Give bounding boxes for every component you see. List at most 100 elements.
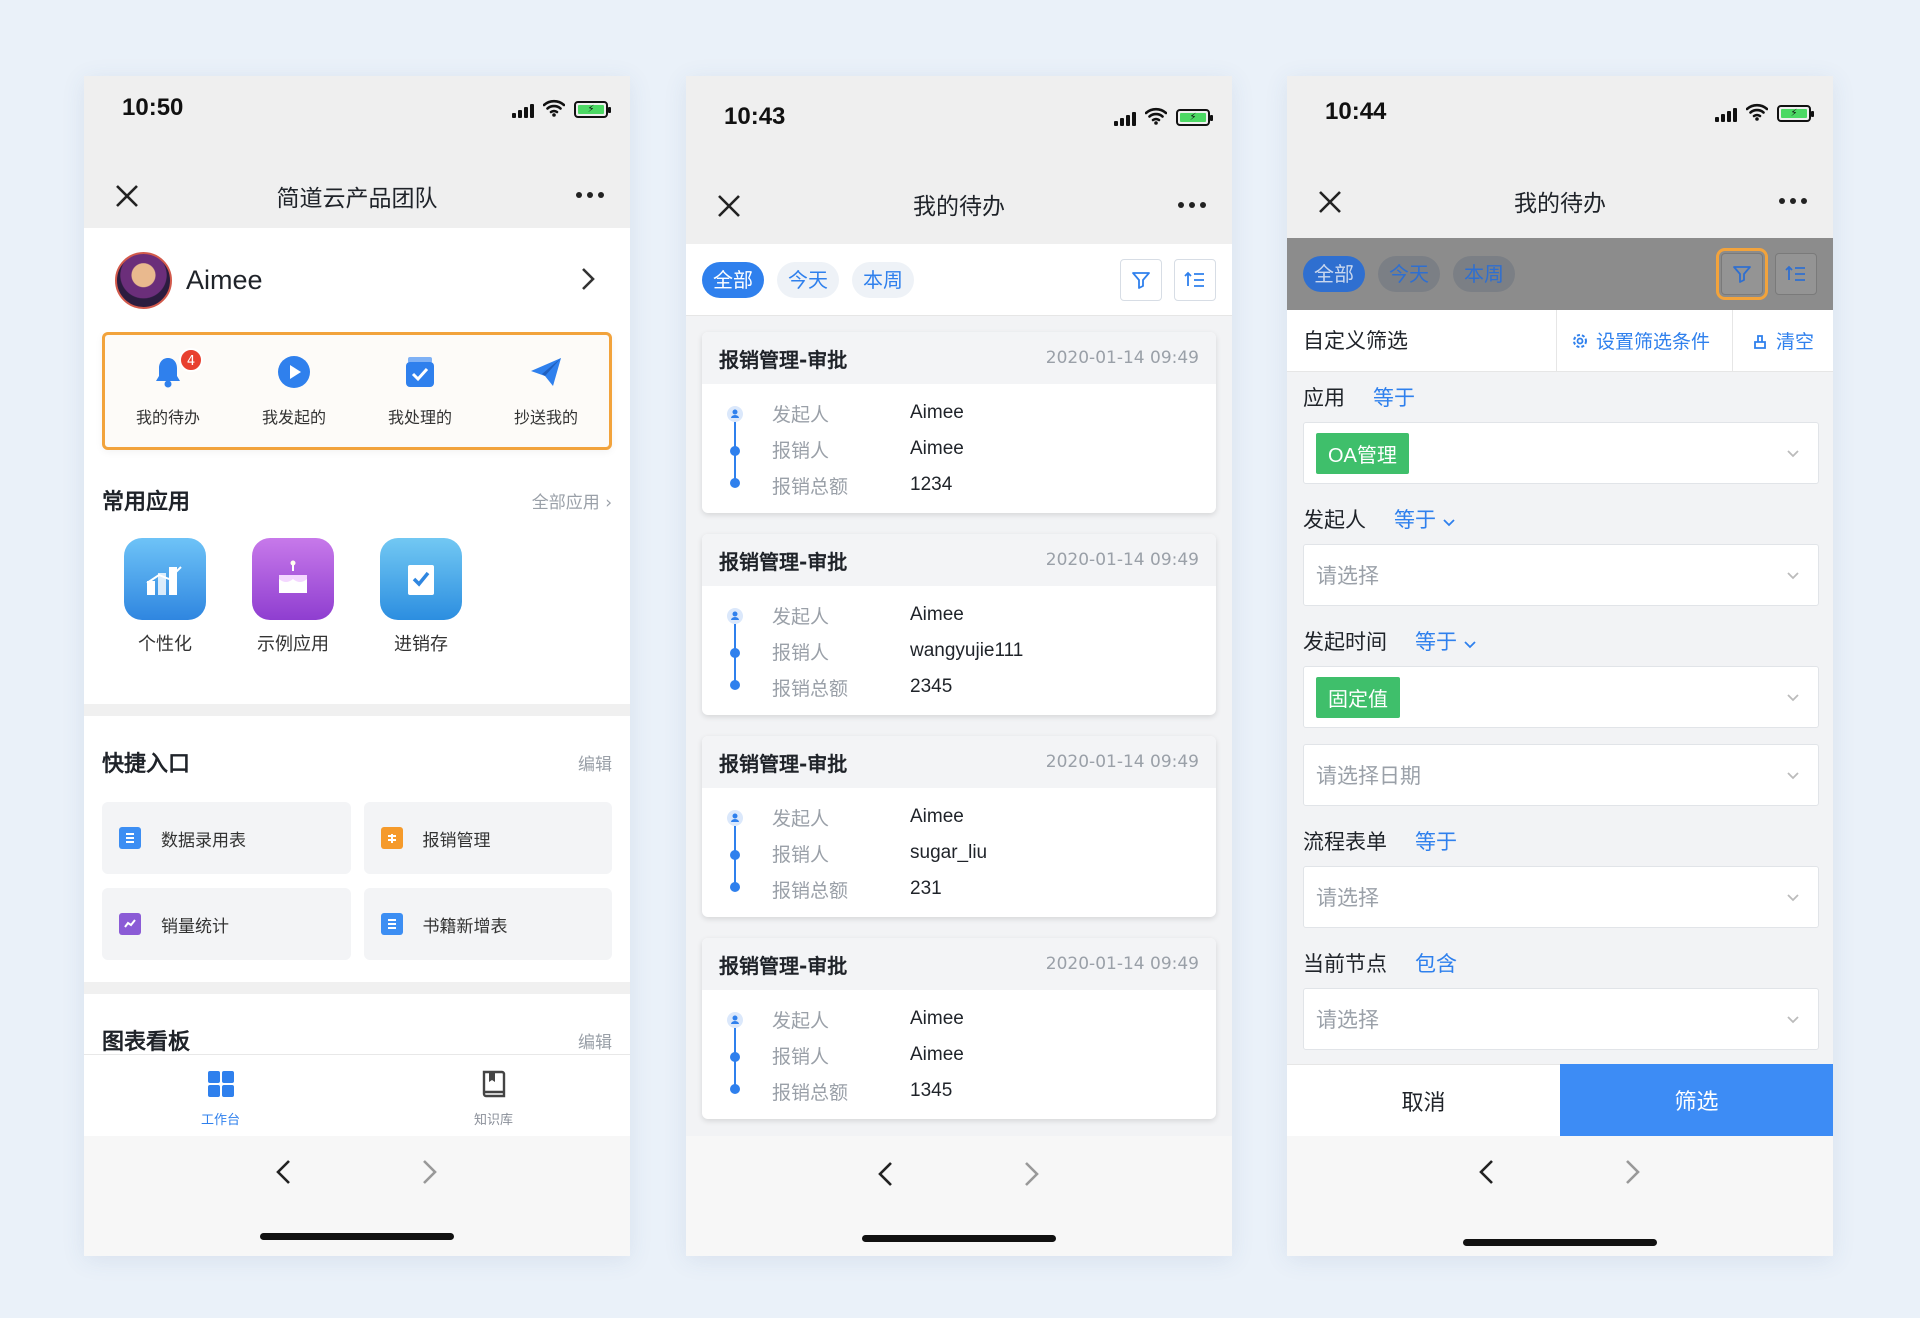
chip-all[interactable]: 全部 — [1303, 256, 1365, 292]
status-icons: ⚡ — [1715, 102, 1814, 122]
close-icon[interactable] — [1317, 189, 1343, 215]
chip-this-week[interactable]: 本周 — [852, 261, 914, 298]
app-label: 个性化 — [138, 634, 192, 655]
bar-chart-icon — [124, 538, 206, 620]
app-personalize[interactable]: 个性化 — [124, 538, 206, 656]
apply-filter-button[interactable]: 筛选 — [1560, 1064, 1833, 1136]
chip-this-week[interactable]: 本周 — [1453, 256, 1515, 292]
close-icon[interactable] — [716, 193, 742, 219]
home-indicator — [260, 1233, 454, 1240]
page-title: 我的待办 — [913, 194, 1005, 220]
quick-initiated[interactable]: 我发起的 — [239, 354, 349, 428]
chip-today[interactable]: 今天 — [777, 261, 839, 298]
todo-card[interactable]: 报销管理-审批 2020-01-14 09:49 发起人 Aimee 报销人 Aime… — [702, 332, 1216, 513]
todo-card[interactable]: 报销管理-审批 2020-01-14 09:49 发起人 Aimee 报销人 Aime… — [702, 938, 1216, 1119]
quick-cc-me[interactable]: 抄送我的 — [491, 354, 601, 428]
time-mode-select[interactable]: 固定值 — [1303, 666, 1819, 728]
operator-selector[interactable]: 包含 — [1415, 948, 1457, 978]
shortcut-item[interactable]: 书籍新增表 — [363, 888, 612, 960]
timeline-icon — [727, 406, 743, 488]
shortcuts-header: 快捷入口 编辑 — [84, 746, 630, 778]
sort-button[interactable] — [1174, 258, 1216, 301]
form-select[interactable]: 请选择 — [1303, 866, 1819, 928]
edit-dashboard-link[interactable]: 编辑 — [578, 1028, 612, 1053]
more-icon[interactable] — [1779, 198, 1807, 204]
all-apps-link[interactable]: 全部应用 › — [532, 488, 612, 513]
chip-today[interactable]: 今天 — [1378, 256, 1440, 292]
reimburser-value: Aimee — [910, 438, 964, 459]
back-arrow-icon[interactable] — [1475, 1158, 1499, 1186]
quick-processed[interactable]: 我处理的 — [365, 354, 475, 428]
cancel-button[interactable]: 取消 — [1287, 1064, 1560, 1136]
quick-my-todo[interactable]: 4 我的待办 — [113, 348, 223, 428]
edit-shortcuts-link[interactable]: 编辑 — [578, 750, 612, 775]
card-date: 2020-01-14 09:49 — [1045, 954, 1199, 974]
operator-selector[interactable]: 等于 — [1394, 504, 1455, 534]
user-row[interactable]: Aimee — [84, 228, 630, 332]
sort-icon — [1184, 271, 1204, 287]
node-select[interactable]: 请选择 — [1303, 988, 1819, 1050]
app-inventory[interactable]: 进销存 — [380, 538, 462, 656]
sort-button[interactable] — [1775, 253, 1817, 295]
clear-button[interactable]: 清空 — [1733, 327, 1814, 354]
dashboard-header: 图表看板 编辑 — [84, 1024, 630, 1056]
field-label: 报销人 — [772, 641, 830, 664]
browser-bottom-bar — [686, 1136, 1232, 1256]
filter-actions: 取消 筛选 — [1287, 1064, 1833, 1136]
common-apps-header: 常用应用 全部应用 › — [84, 484, 630, 516]
field-label: 发起人 — [772, 403, 830, 426]
nav-bar: 简道云产品团队 — [84, 164, 630, 228]
condition-label: 当前节点 — [1303, 952, 1387, 976]
initiator-select[interactable]: 请选择 — [1303, 544, 1819, 606]
set-conditions-button[interactable]: 设置筛选条件 — [1557, 309, 1733, 372]
selected-tag: 固定值 — [1316, 676, 1400, 718]
forward-arrow-icon[interactable] — [1019, 1160, 1043, 1188]
field-label: 报销总额 — [772, 879, 849, 902]
more-icon[interactable] — [1178, 202, 1206, 208]
condition-label: 应用 — [1303, 386, 1345, 410]
field-label: 报销人 — [772, 439, 830, 462]
forward-arrow-icon[interactable] — [1620, 1158, 1644, 1186]
shortcut-item[interactable]: 销量统计 — [102, 888, 351, 960]
operator-selector[interactable]: 等于 — [1415, 826, 1457, 856]
back-arrow-icon[interactable] — [874, 1160, 898, 1188]
close-icon[interactable] — [114, 183, 140, 209]
app-select[interactable]: OA管理 — [1303, 422, 1819, 484]
back-arrow-icon[interactable] — [272, 1158, 296, 1186]
card-title: 报销管理-审批 — [719, 347, 848, 372]
book-icon — [482, 1070, 505, 1098]
avatar — [115, 251, 172, 309]
todo-card[interactable]: 报销管理-审批 2020-01-14 09:49 发起人 Aimee 报销人 wang… — [702, 534, 1216, 715]
date-select[interactable]: 请选择日期 — [1303, 744, 1819, 806]
filter-bar-dimmed: 全部 今天 本周 — [1287, 238, 1833, 310]
app-label: 进销存 — [394, 634, 448, 655]
phone-workbench: 10:50 ⚡ 简道云产品团队 Aimee 4 我的待办 我发起的 我处理的 抄… — [84, 76, 630, 1256]
filter-button[interactable] — [1120, 258, 1162, 301]
shortcut-item[interactable]: 报销管理 — [363, 802, 612, 874]
tab-knowledge[interactable]: 知识库 — [357, 1055, 630, 1136]
operator-selector[interactable]: 等于 — [1373, 382, 1415, 412]
more-icon[interactable] — [576, 192, 604, 198]
status-icons: ⚡ — [1114, 106, 1213, 126]
filter-icon — [1733, 266, 1751, 283]
condition-label: 流程表单 — [1303, 830, 1387, 854]
tab-label: 工作台 — [200, 1113, 240, 1128]
todo-card[interactable]: 报销管理-审批 2020-01-14 09:49 发起人 Aimee 报销人 suga… — [702, 736, 1216, 917]
app-sample[interactable]: 示例应用 — [252, 538, 334, 656]
tab-workbench[interactable]: 工作台 — [84, 1055, 357, 1136]
battery-icon: ⚡ — [1777, 105, 1814, 122]
shortcut-item[interactable]: 数据录用表 — [102, 802, 351, 874]
forward-arrow-icon[interactable] — [417, 1158, 441, 1186]
field-label: 发起人 — [772, 1009, 830, 1032]
operator-selector[interactable]: 等于 — [1415, 626, 1476, 656]
paper-plane-icon — [531, 358, 561, 386]
chip-all[interactable]: 全部 — [702, 261, 764, 298]
card-title: 报销管理-审批 — [719, 953, 848, 978]
gear-icon — [1573, 333, 1587, 348]
filter-button[interactable] — [1716, 248, 1768, 300]
quick-label: 我发起的 — [261, 408, 326, 427]
reimburser-value: Aimee — [910, 1044, 964, 1065]
status-bar: 10:44 ⚡ — [1287, 76, 1833, 164]
condition-label: 发起时间 — [1303, 630, 1387, 654]
form-icon — [380, 913, 403, 935]
